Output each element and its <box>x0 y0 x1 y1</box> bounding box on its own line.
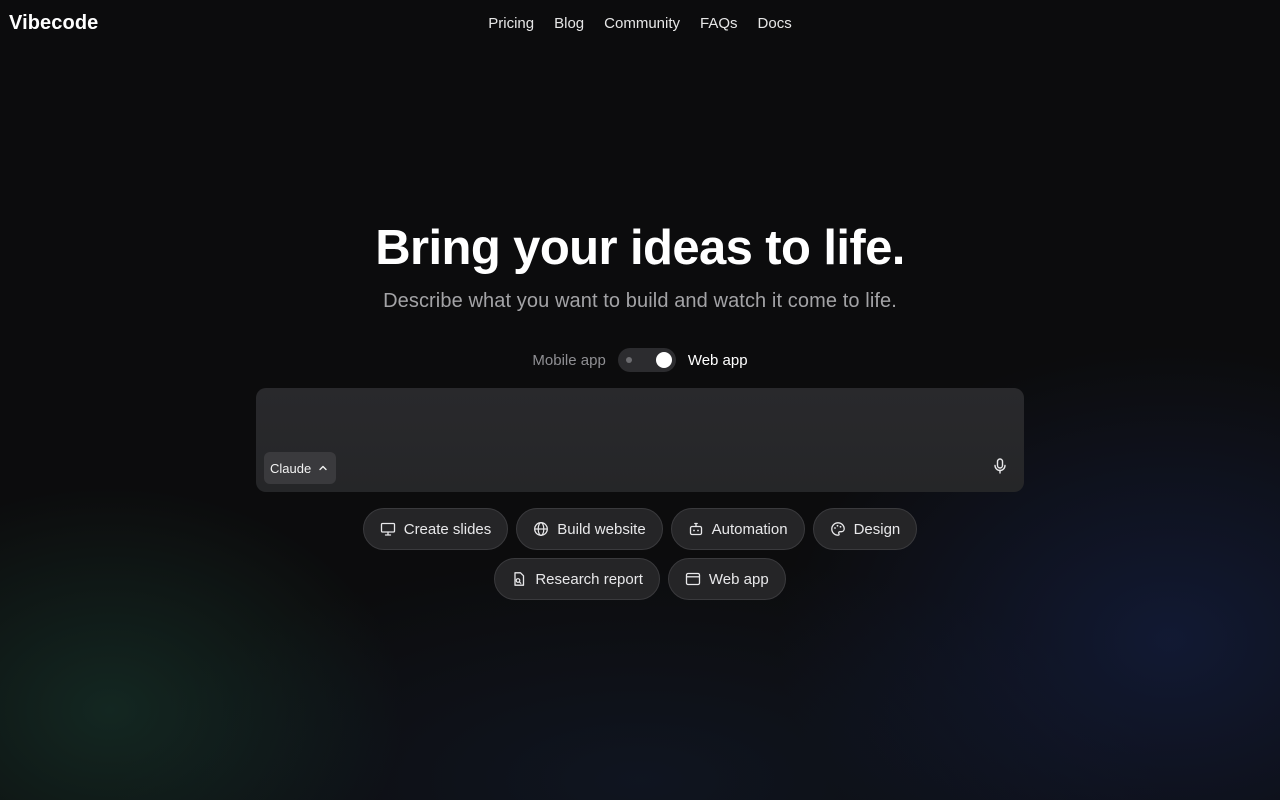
nav-link-blog[interactable]: Blog <box>554 15 584 32</box>
mode-toggle-switch[interactable] <box>617 348 676 372</box>
toggle-knob <box>655 352 672 368</box>
chip-automation[interactable]: Automation <box>670 508 805 550</box>
microphone-button[interactable] <box>990 457 1010 479</box>
hero-title: Bring your ideas to life. <box>375 221 905 275</box>
model-selector-label: Claude <box>270 460 312 476</box>
browser-window-icon <box>685 571 701 587</box>
globe-icon <box>533 521 549 537</box>
suggestion-row-2: Research report Web app <box>0 558 1280 600</box>
web-app-label[interactable]: Web app <box>688 352 748 369</box>
mode-toggle-row: Mobile app Web app <box>0 348 1280 372</box>
top-nav: Pricing Blog Community FAQs Docs <box>0 15 1280 32</box>
chip-label: Create slides <box>403 520 492 538</box>
model-selector-button[interactable]: Claude <box>264 452 337 484</box>
chip-label: Design <box>853 520 901 538</box>
nav-link-community[interactable]: Community <box>604 15 680 32</box>
nav-link-faqs[interactable]: FAQs <box>700 15 738 32</box>
chip-build-website[interactable]: Build website <box>516 508 663 550</box>
presentation-icon <box>380 521 396 537</box>
chip-create-slides[interactable]: Create slides <box>362 508 509 550</box>
chevron-up-icon <box>318 461 328 476</box>
suggestion-row-1: Create slides Build website Automation D… <box>0 508 1280 550</box>
chip-web-app[interactable]: Web app <box>667 558 786 600</box>
chip-label: Web app <box>708 570 769 588</box>
chip-label: Build website <box>557 520 646 538</box>
hero-subtitle: Describe what you want to build and watc… <box>383 290 897 312</box>
robot-icon <box>688 521 704 537</box>
chip-label: Automation <box>711 520 788 538</box>
microphone-icon <box>993 457 1007 479</box>
nav-link-pricing[interactable]: Pricing <box>488 15 534 32</box>
chip-research-report[interactable]: Research report <box>494 558 660 600</box>
mobile-app-label[interactable]: Mobile app <box>532 352 605 369</box>
toggle-off-dot <box>625 357 632 363</box>
chip-label: Research report <box>535 570 643 588</box>
document-search-icon <box>511 571 527 587</box>
nav-link-docs[interactable]: Docs <box>758 15 792 32</box>
chip-design[interactable]: Design <box>812 508 918 550</box>
prompt-box: Claude <box>256 388 1024 492</box>
prompt-input[interactable] <box>268 398 1008 452</box>
palette-icon <box>830 521 846 537</box>
